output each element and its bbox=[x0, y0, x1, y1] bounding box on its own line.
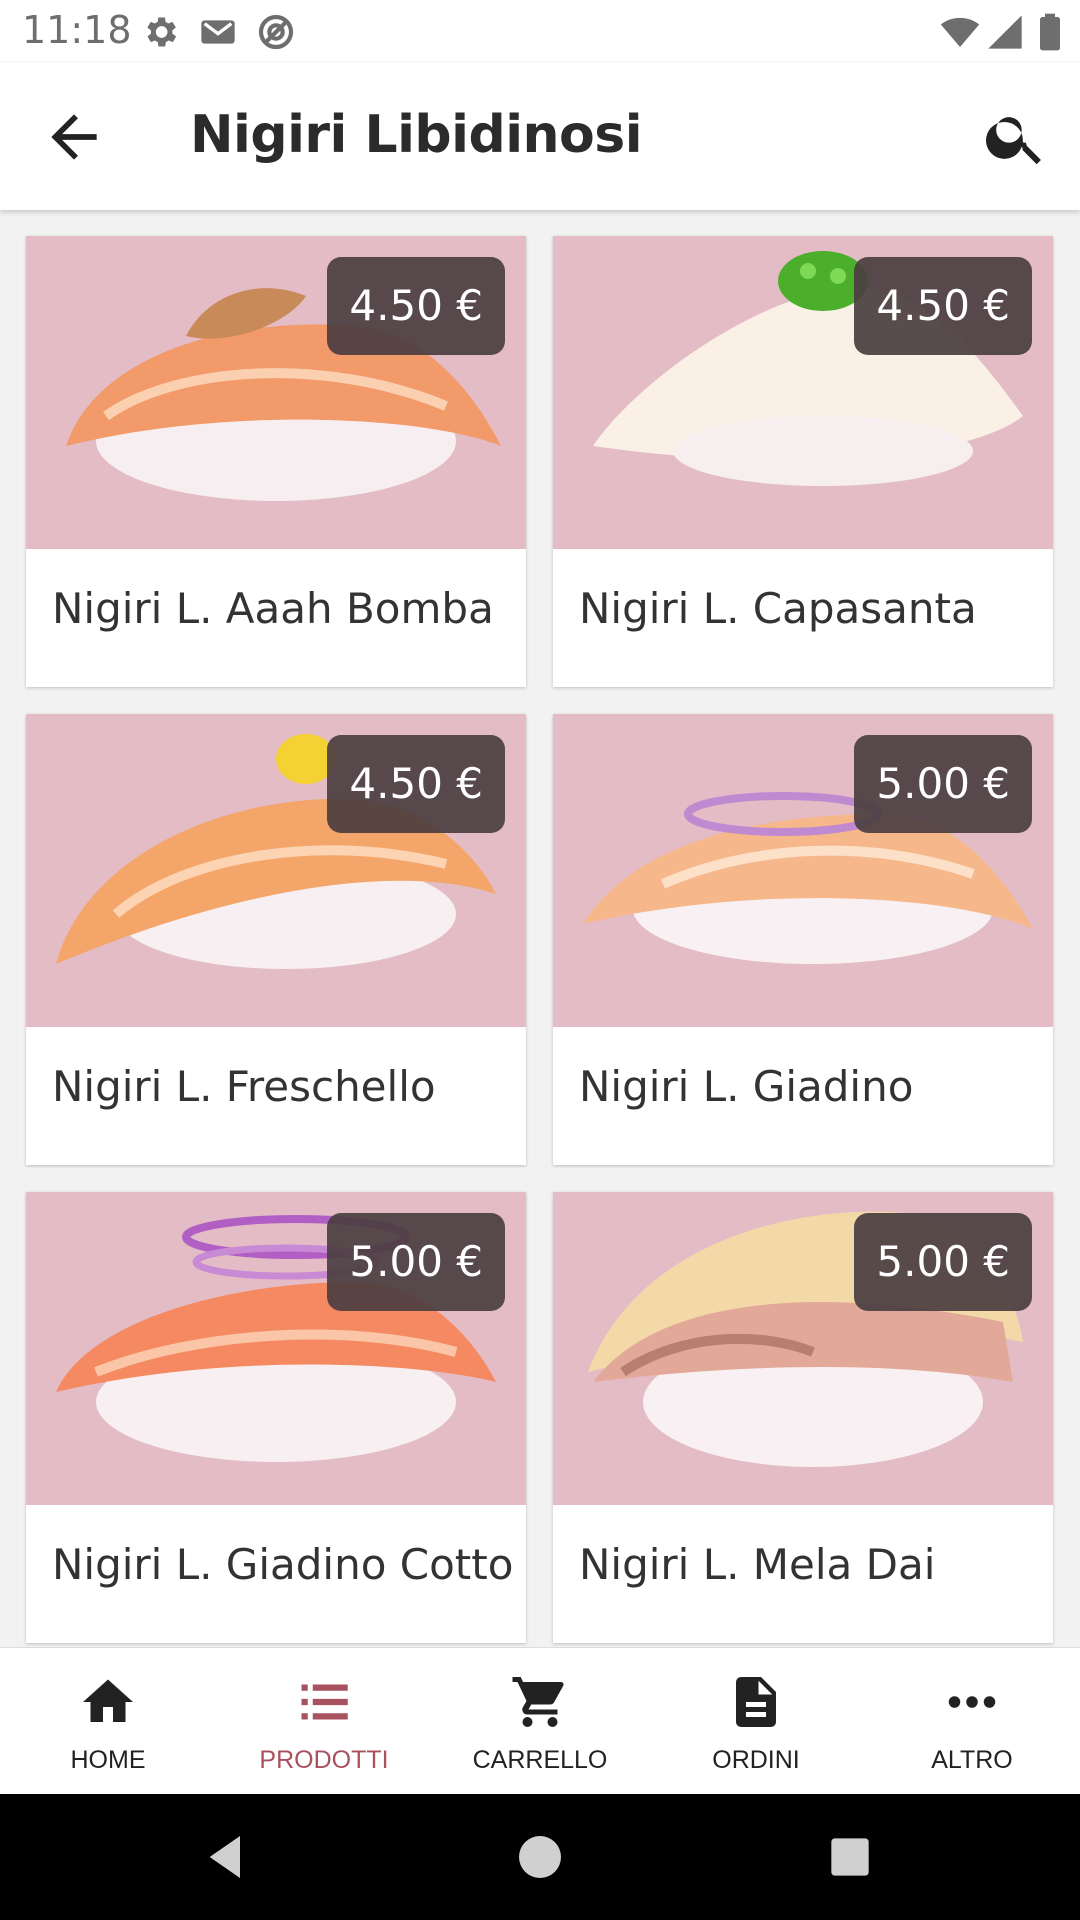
nav-more[interactable]: ALTRO bbox=[864, 1648, 1080, 1795]
search-icon[interactable] bbox=[982, 103, 1050, 171]
product-card[interactable]: 5.00 € Nigiri L. Mela Dai bbox=[553, 1192, 1053, 1643]
product-card[interactable]: 4.50 € Nigiri L. Aaah Bomba bbox=[26, 236, 526, 687]
at-sign-icon bbox=[258, 14, 294, 50]
system-back-icon[interactable] bbox=[198, 1829, 254, 1885]
product-name: Nigiri L. Giadino Cotto bbox=[52, 1540, 514, 1589]
gmail-icon bbox=[201, 20, 235, 44]
nav-label: ORDINI bbox=[712, 1746, 800, 1774]
arrow-back-icon[interactable] bbox=[40, 103, 108, 171]
product-name: Nigiri L. Aaah Bomba bbox=[52, 584, 494, 633]
nav-label: PRODOTTI bbox=[259, 1746, 389, 1774]
list-icon bbox=[301, 1684, 348, 1720]
page-title: Nigiri Libidinosi bbox=[190, 105, 643, 165]
system-navigation-bar bbox=[0, 1794, 1080, 1920]
nav-products[interactable]: PRODOTTI bbox=[216, 1648, 432, 1795]
price-badge: 5.00 € bbox=[327, 1213, 505, 1311]
bottom-navigation: HOME PRODOTTI CARRELLO ORDINI ALTRO bbox=[0, 1647, 1080, 1795]
price-badge: 4.50 € bbox=[327, 735, 505, 833]
battery-icon bbox=[1040, 13, 1060, 51]
price-badge: 4.50 € bbox=[854, 257, 1032, 355]
nav-home[interactable]: HOME bbox=[0, 1648, 216, 1795]
nav-orders[interactable]: ORDINI bbox=[648, 1648, 864, 1795]
home-icon bbox=[83, 1679, 133, 1722]
product-name: Nigiri L. Freschello bbox=[52, 1062, 436, 1111]
signal-icon bbox=[988, 15, 1022, 49]
product-grid: 4.50 € Nigiri L. Aaah Bomba 4.50 € Nigir… bbox=[0, 210, 1080, 1647]
gear-icon bbox=[147, 17, 177, 47]
product-name: Nigiri L. Capasanta bbox=[579, 584, 977, 633]
cart-icon bbox=[512, 1677, 564, 1727]
price-badge: 5.00 € bbox=[854, 1213, 1032, 1311]
product-card[interactable]: 5.00 € Nigiri L. Giadino Cotto bbox=[26, 1192, 526, 1643]
nav-cart[interactable]: CARRELLO bbox=[432, 1648, 648, 1795]
system-home-icon[interactable] bbox=[512, 1829, 568, 1885]
price-badge: 4.50 € bbox=[327, 257, 505, 355]
status-bar: 11:18 bbox=[0, 0, 1080, 63]
price-badge: 5.00 € bbox=[854, 735, 1032, 833]
product-name: Nigiri L. Giadino bbox=[579, 1062, 914, 1111]
more-icon bbox=[948, 1696, 996, 1708]
product-card[interactable]: 4.50 € Nigiri L. Freschello bbox=[26, 714, 526, 1165]
system-recents-icon[interactable] bbox=[822, 1829, 878, 1885]
document-icon bbox=[736, 1677, 776, 1727]
status-time: 11:18 bbox=[22, 8, 132, 52]
app-bar: Nigiri Libidinosi bbox=[0, 63, 1080, 210]
nav-label: CARRELLO bbox=[472, 1746, 608, 1774]
product-card[interactable]: 5.00 € Nigiri L. Giadino bbox=[553, 714, 1053, 1165]
wifi-icon bbox=[940, 17, 980, 47]
product-name: Nigiri L. Mela Dai bbox=[579, 1540, 936, 1589]
nav-label: HOME bbox=[70, 1746, 146, 1774]
product-card[interactable]: 4.50 € Nigiri L. Capasanta bbox=[553, 236, 1053, 687]
nav-label: ALTRO bbox=[931, 1746, 1013, 1774]
